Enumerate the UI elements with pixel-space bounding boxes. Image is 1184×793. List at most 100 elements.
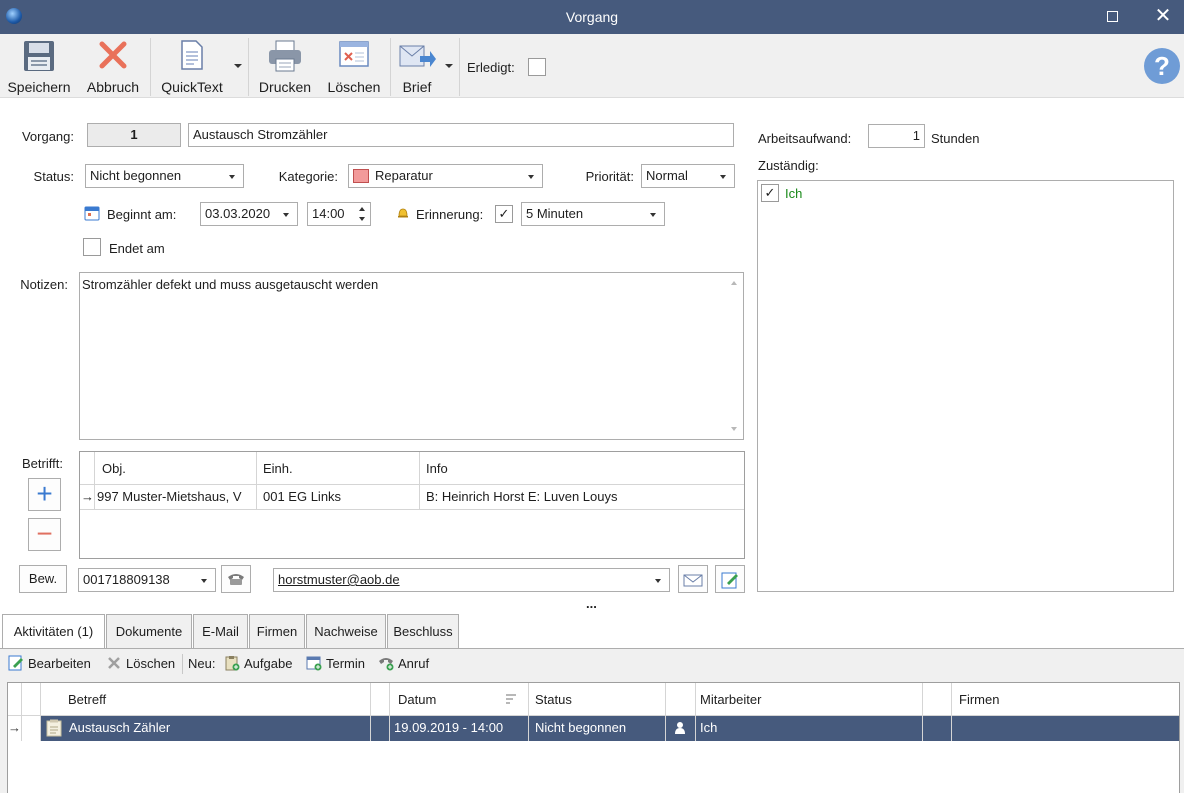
- header-obj[interactable]: Obj.: [95, 452, 257, 484]
- header-companies[interactable]: Firmen: [952, 683, 1179, 715]
- table-row[interactable]: → 997 Muster-Mietshaus, V 001 EG Links B…: [80, 485, 744, 510]
- responsible-list: ✓ Ich: [757, 180, 1174, 592]
- letter-label: Brief: [402, 79, 432, 95]
- email-select[interactable]: horstmuster@aob.de: [273, 568, 670, 592]
- delete-activity-button[interactable]: Löschen: [106, 654, 175, 674]
- header-spacer: [371, 683, 390, 715]
- row-unit: 001 EG Links: [257, 485, 420, 509]
- delete-button[interactable]: Löschen: [322, 34, 386, 98]
- header-spacer: [923, 683, 952, 715]
- header-subject[interactable]: Betreff: [41, 683, 371, 715]
- letter-button[interactable]: Brief: [394, 34, 440, 98]
- header-unit[interactable]: Einh.: [257, 452, 420, 484]
- row-employee-icon-cell: [666, 716, 696, 741]
- priority-label: Priorität:: [585, 169, 634, 184]
- quicktext-dropdown-icon[interactable]: [234, 64, 242, 68]
- title-bar: Vorgang ✕: [0, 0, 1184, 34]
- chevron-down-icon: [201, 579, 207, 583]
- tab-resolution[interactable]: Beschluss: [387, 614, 459, 648]
- reminder-select[interactable]: 5 Minuten: [521, 202, 665, 226]
- vorgang-title-input[interactable]: Austausch Stromzähler: [188, 123, 734, 147]
- letter-dropdown-icon[interactable]: [445, 64, 453, 68]
- notes-textarea[interactable]: Stromzähler defekt und muss ausgetauscht…: [79, 272, 744, 440]
- begins-time-input[interactable]: 14:00: [307, 202, 371, 226]
- tab-email[interactable]: E-Mail: [193, 614, 248, 648]
- cancel-button[interactable]: Abbruch: [82, 34, 144, 98]
- bell-icon: [398, 208, 408, 218]
- add-concern-button[interactable]: +: [28, 478, 61, 511]
- notes-scrollbar[interactable]: [726, 273, 743, 439]
- remove-concern-button[interactable]: −: [28, 518, 61, 551]
- vorgang-label: Vorgang:: [21, 129, 74, 144]
- document-icon: [181, 40, 203, 70]
- reminder-value: 5 Minuten: [526, 206, 584, 221]
- new-call-button[interactable]: Anruf: [378, 654, 429, 674]
- spin-up-icon[interactable]: [359, 207, 365, 211]
- print-button[interactable]: Drucken: [254, 34, 316, 98]
- phone-select[interactable]: 001718809138: [78, 568, 216, 592]
- splitter-handle[interactable]: ...: [586, 596, 597, 611]
- tab-activities[interactable]: Aktivitäten (1): [2, 614, 105, 649]
- row-spacer: [22, 716, 41, 741]
- ends-checkbox[interactable]: [83, 238, 101, 256]
- calendar-icon: [84, 206, 100, 221]
- cancel-label: Abbruch: [86, 79, 140, 95]
- delete-x-icon: [108, 657, 120, 669]
- status-select[interactable]: Nicht begonnen: [85, 164, 244, 188]
- tab-companies[interactable]: Firmen: [249, 614, 305, 648]
- tab-documents[interactable]: Dokumente: [106, 614, 192, 648]
- delete-label: Löschen: [327, 79, 381, 95]
- notes-text: Stromzähler defekt und muss ausgetauscht…: [82, 277, 379, 292]
- status-value: Nicht begonnen: [90, 168, 182, 183]
- save-button[interactable]: Speichern: [4, 34, 74, 98]
- responsible-checkbox[interactable]: ✓: [761, 184, 779, 202]
- cancel-x-icon: [99, 41, 127, 69]
- header-date[interactable]: Datum: [390, 683, 529, 715]
- header-employee[interactable]: Mitarbeiter: [696, 683, 923, 715]
- row-subject-cell: Austausch Zähler: [41, 716, 371, 741]
- chevron-down-icon: [283, 213, 289, 217]
- printer-icon: [269, 40, 301, 72]
- close-icon[interactable]: ✕: [1152, 5, 1174, 27]
- window-title: Vorgang: [565, 9, 619, 25]
- responsible-name: Ich: [785, 186, 803, 201]
- edit-icon: [8, 655, 23, 671]
- activities-empty-area: [8, 741, 1179, 793]
- edit-activity-button[interactable]: Bearbeiten: [8, 654, 91, 674]
- begins-label: Beginnt am:: [107, 207, 177, 222]
- priority-select[interactable]: Normal: [641, 164, 735, 188]
- ends-label: Endet am: [109, 241, 165, 256]
- reminder-checkbox[interactable]: ✓: [495, 205, 513, 223]
- effort-input[interactable]: 1: [868, 124, 925, 148]
- activities-table-header: Betreff Datum Status Mitarbeiter Firmen: [8, 683, 1179, 716]
- row-employee: Ich: [696, 716, 923, 741]
- chevron-down-icon: [655, 579, 661, 583]
- concerns-table-header: Obj. Einh. Info: [80, 452, 744, 485]
- new-appointment-button[interactable]: Termin: [306, 654, 365, 674]
- send-email-button[interactable]: [678, 565, 708, 593]
- row-subject: Austausch Zähler: [69, 720, 171, 735]
- concerns-table: Obj. Einh. Info → 997 Muster-Mietshaus, …: [79, 451, 745, 559]
- done-checkbox[interactable]: [528, 58, 546, 76]
- priority-value: Normal: [646, 168, 688, 183]
- scroll-down-icon[interactable]: [731, 427, 737, 431]
- quicktext-label: QuickText: [161, 79, 223, 95]
- sort-icon: [506, 694, 516, 704]
- new-task-button[interactable]: Aufgabe: [224, 654, 292, 674]
- header-info[interactable]: Info: [420, 452, 744, 484]
- scroll-up-icon[interactable]: [731, 281, 737, 285]
- quicktext-button[interactable]: QuickText: [156, 34, 228, 98]
- begins-date-picker[interactable]: 03.03.2020: [200, 202, 298, 226]
- spin-down-icon[interactable]: [359, 217, 365, 221]
- reminder-label: Erinnerung:: [416, 207, 484, 222]
- category-select[interactable]: Reparatur: [348, 164, 543, 188]
- tab-proofs[interactable]: Nachweise: [306, 614, 386, 648]
- help-icon[interactable]: ?: [1144, 48, 1180, 84]
- maximize-icon[interactable]: [1107, 11, 1118, 22]
- category-value: Reparatur: [375, 168, 433, 183]
- dial-phone-button[interactable]: [221, 565, 251, 593]
- table-row[interactable]: → Austausch Zähler 19.09.2019 - 14:00 Ni…: [8, 716, 1179, 741]
- header-status[interactable]: Status: [529, 683, 666, 715]
- edit-contact-button[interactable]: [715, 565, 745, 593]
- bew-button[interactable]: Bew.: [19, 565, 67, 593]
